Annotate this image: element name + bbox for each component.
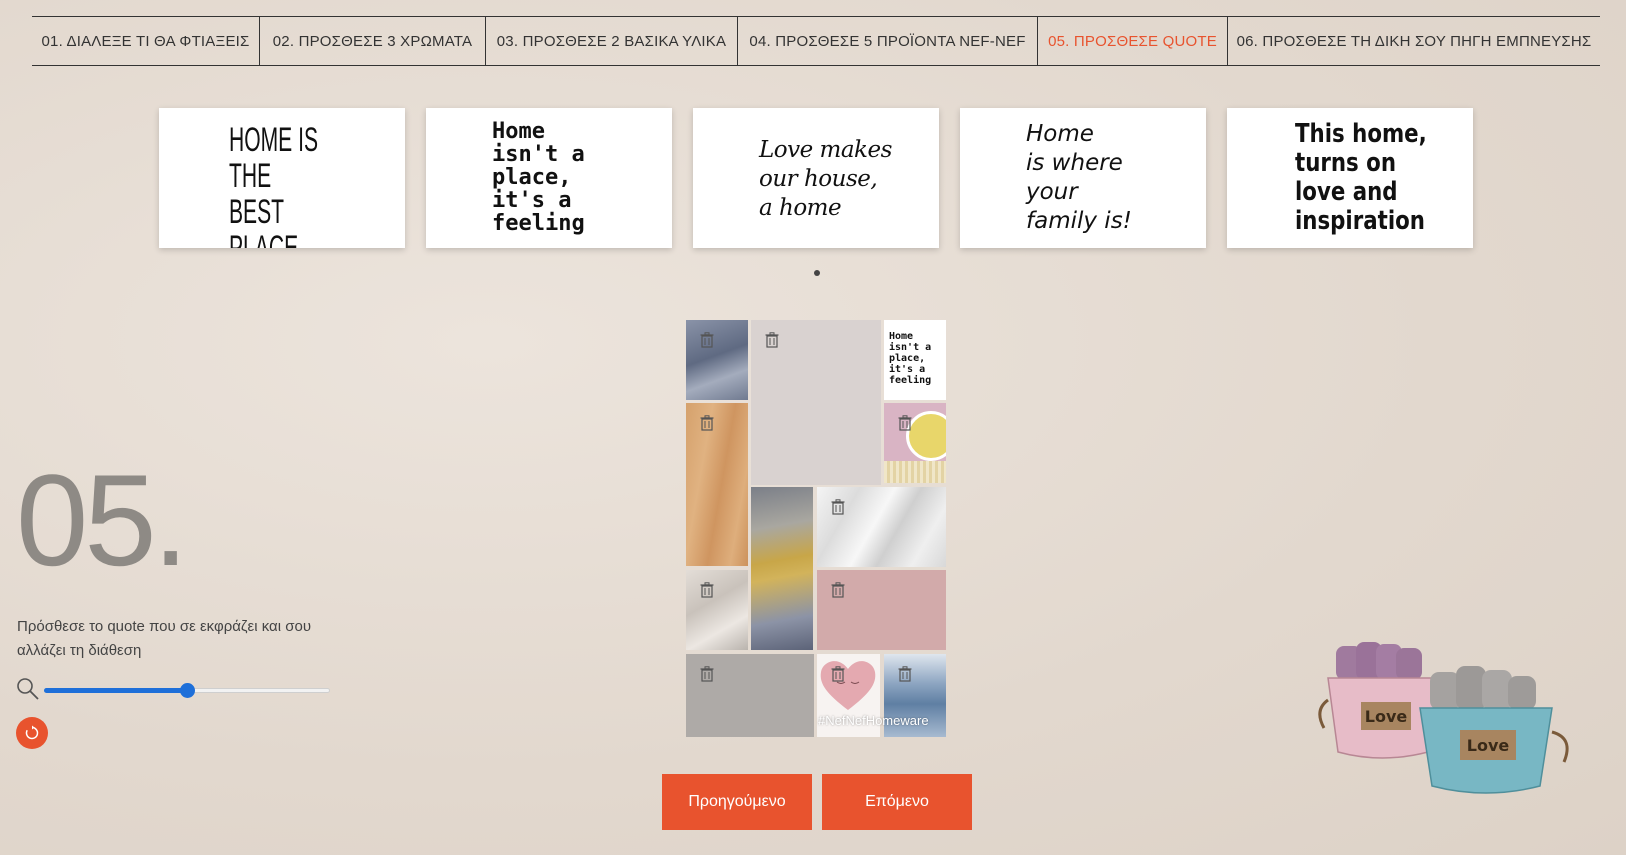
step-tab-6[interactable]: 06. ΠΡΟΣΘΕΣΕ ΤΗ ΔΙΚΗ ΣΟΥ ΠΗΓΗ ΕΜΠΝΕΥΣΗΣ (1228, 17, 1600, 65)
step-tab-1[interactable]: 01. ΔΙΑΛΕΞΕ ΤΙ ΘΑ ΦΤΙΑΞΕΙΣ (32, 17, 260, 65)
trash-icon[interactable] (831, 582, 845, 598)
quote-card-3[interactable]: Love makes our house, a home (693, 108, 939, 248)
step-description: Πρόσθεσε το quote που σε εκφράζει και σο… (17, 618, 312, 659)
moodboard-tile-lemon-fabric[interactable] (884, 403, 946, 483)
moodboard-tile-bedding[interactable] (686, 320, 748, 400)
svg-text:Love: Love (1365, 707, 1408, 726)
trash-icon[interactable] (831, 499, 845, 515)
step-tab-2[interactable]: 02. ΠΡΟΣΘΕΣΕ 3 ΧΡΩΜΑΤΑ (260, 17, 486, 65)
heart-pillow-image (820, 661, 876, 710)
trash-icon[interactable] (700, 332, 714, 348)
moodboard-tile-quote[interactable]: Home isn't a place, it's a feeling (884, 320, 946, 400)
moodboard-tile-color-grey[interactable] (686, 654, 814, 737)
next-button[interactable]: Επόμενο (822, 774, 972, 830)
quote-text: This home, turns on love and inspiration (1295, 119, 1427, 236)
reset-button[interactable] (16, 717, 48, 749)
quote-text: HOME IS THE BEST PLACE TO BE (229, 121, 319, 248)
love-baskets-image: Love Love (1318, 642, 1569, 794)
trash-icon[interactable] (898, 666, 912, 682)
lemon-pattern (906, 411, 946, 461)
trash-icon[interactable] (700, 415, 714, 431)
step-tab-3[interactable]: 03. ΠΡΟΣΘΕΣΕ 2 ΒΑΣΙΚΑ ΥΛΙΚΑ (486, 17, 738, 65)
moodboard-tile-marble[interactable] (817, 487, 946, 567)
moodboard-hashtag: #NefNefHomeware (818, 713, 929, 728)
refresh-icon (25, 725, 39, 740)
quote-text: Love makes our house, a home (759, 137, 892, 221)
step-tab-5[interactable]: 05. ΠΡΟΣΘΕΣΕ QUOTE (1038, 17, 1228, 65)
moodboard-tile-light-bedding[interactable] (686, 570, 748, 650)
trash-icon[interactable] (700, 666, 714, 682)
quote-text: Home isn't a place, it's a feeling (492, 119, 585, 236)
quote-card-4[interactable]: Home is where your family is! (960, 108, 1206, 248)
moodboard-quote-text: Home isn't a place, it's a feeling (889, 331, 932, 386)
magnifier-icon (17, 678, 39, 700)
quote-card-1[interactable]: HOME IS THE BEST PLACE TO BE (159, 108, 405, 248)
trash-icon[interactable] (765, 332, 779, 348)
moodboard-tile-color-light[interactable] (751, 320, 881, 485)
step-number: 05. (16, 447, 189, 593)
previous-button[interactable]: Προηγούμενο (662, 774, 812, 830)
moodboard-tile-wood[interactable] (686, 403, 748, 566)
slider-thumb[interactable] (180, 683, 195, 698)
quote-card-5[interactable]: This home, turns on love and inspiration (1227, 108, 1473, 248)
quote-card-2[interactable]: Home isn't a place, it's a feeling (426, 108, 672, 248)
moodboard-tile-color-pink[interactable] (817, 570, 946, 650)
slider-fill (44, 688, 187, 693)
svg-text:Love: Love (1467, 736, 1510, 755)
trash-icon[interactable] (898, 415, 912, 431)
zoom-slider[interactable] (44, 683, 330, 698)
trash-icon[interactable] (700, 582, 714, 598)
trash-icon[interactable] (831, 666, 845, 682)
moodboard-tile-yellow-bedding[interactable] (751, 487, 813, 650)
step-tab-4[interactable]: 04. ΠΡΟΣΘΕΣΕ 5 ΠΡΟΪΟΝΤΑ NEF-NEF (738, 17, 1038, 65)
steps-nav: 01. ΔΙΑΛΕΞΕ ΤΙ ΘΑ ΦΤΙΑΞΕΙΣ 02. ΠΡΟΣΘΕΣΕ … (32, 16, 1600, 66)
quote-text: Home is where your family is! (1026, 121, 1132, 234)
fabric-edge (884, 461, 946, 483)
carousel-dot[interactable] (814, 270, 820, 276)
